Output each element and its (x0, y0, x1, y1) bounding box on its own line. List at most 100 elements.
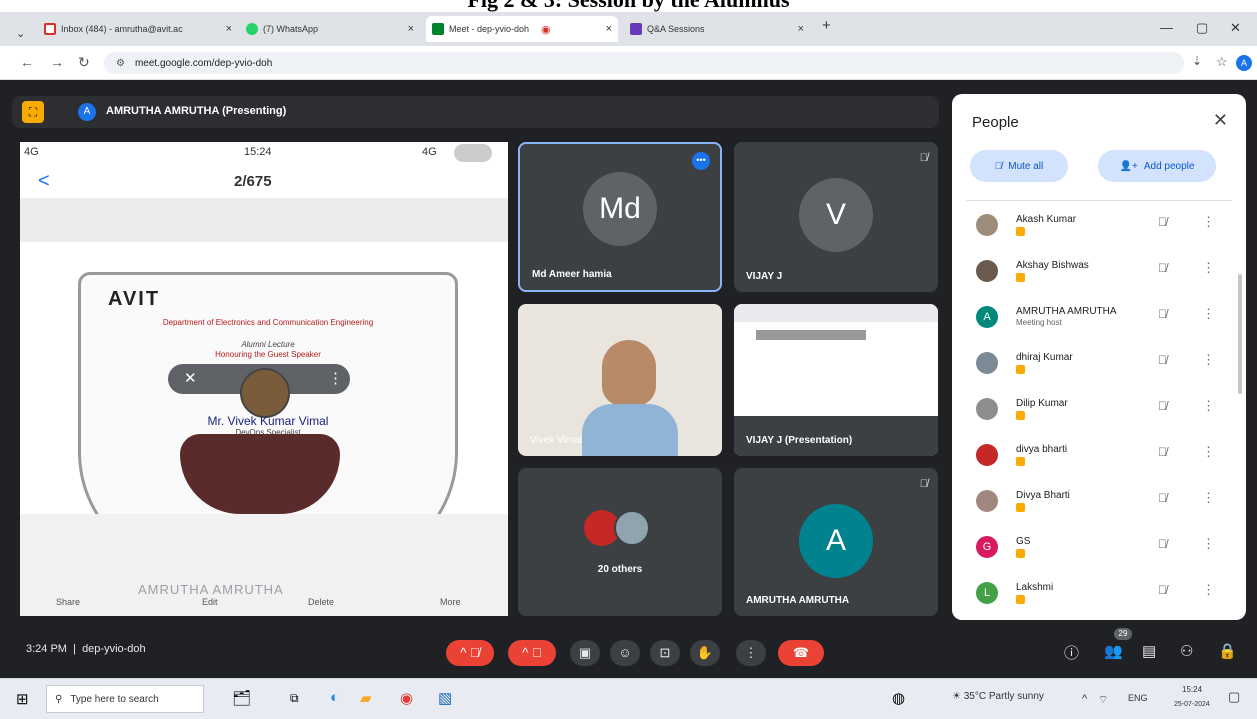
more-options-icon[interactable]: ⋮ (1202, 582, 1215, 598)
close-tab-icon[interactable]: × (220, 23, 232, 35)
people-icon[interactable]: 👥 (1104, 642, 1123, 660)
search-input[interactable]: ⚲ Type here to search (46, 685, 204, 713)
leave-call-button[interactable]: ☎ (778, 640, 824, 666)
tile-more-icon[interactable]: ••• (692, 152, 710, 170)
list-item[interactable]: Akash Kumar 🎙̸ ⋮ (952, 206, 1246, 252)
widgets-icon[interactable]: 🗂 (232, 689, 251, 707)
close-tab-icon[interactable]: × (402, 23, 414, 35)
more-options-button[interactable]: ⋮ (736, 640, 766, 666)
mic-off-icon[interactable]: 🎙̸ (1158, 261, 1167, 275)
mic-off-icon[interactable]: 🎙̸ (1158, 491, 1167, 505)
participant-tile-video[interactable]: Vivek Vimal (518, 304, 722, 456)
list-item[interactable]: dhiraj Kumar 🎙̸ ⋮ (952, 344, 1246, 390)
host-controls-icon[interactable]: 🔒 (1218, 642, 1237, 660)
participant-tile-presentation[interactable]: VIJAY J (Presentation) (734, 304, 938, 456)
list-item[interactable]: divya bharti 🎙̸ ⋮ (952, 436, 1246, 482)
scrollbar[interactable] (1238, 274, 1242, 394)
more-options-icon[interactable]: ⋮ (1202, 398, 1215, 414)
more-options-icon[interactable]: ⋮ (1202, 490, 1215, 506)
list-item[interactable]: Akshay Bishwas 🎙̸ ⋮ (952, 252, 1246, 298)
language-indicator[interactable]: ENG (1128, 693, 1148, 703)
add-people-button[interactable]: 👤+ Add people (1098, 150, 1216, 182)
list-item[interactable]: A AMRUTHA AMRUTHA Meeting host 🎙̸ ⋮ (952, 298, 1246, 344)
weather-widget[interactable]: ☀ 35°C Partly sunny (952, 691, 1044, 702)
forward-icon[interactable]: → (50, 54, 64, 70)
notifications-icon[interactable]: ▢ (1228, 689, 1240, 705)
minimize-button[interactable]: — (1160, 20, 1173, 35)
camera-toggle-button[interactable]: ^ ⃠ (508, 640, 556, 666)
tab-meet[interactable]: Meet - dep-yvio-doh ◉ × (426, 16, 618, 42)
activities-icon[interactable]: ⚇ (1180, 642, 1193, 660)
list-item[interactable]: L Lakshmi 🎙̸ ⋮ (952, 574, 1246, 620)
avatar (976, 260, 998, 282)
close-tab-icon[interactable]: × (792, 23, 804, 35)
more-options-icon[interactable]: ⋮ (1202, 260, 1215, 276)
more-options-icon[interactable]: ⋮ (1202, 444, 1215, 460)
close-window-button[interactable]: ✕ (1230, 20, 1241, 36)
presenter-icon (1016, 273, 1025, 282)
present-button[interactable]: ⊡ (650, 640, 680, 666)
browser-tab-bar: ⌄ Inbox (484) - amrutha@avit.ac × (7) Wha… (0, 12, 1257, 46)
task-view-icon[interactable]: ⧉ (290, 691, 299, 706)
mic-off-icon[interactable]: 🎙̸ (1158, 307, 1167, 321)
close-icon[interactable]: ✕ (1213, 110, 1228, 131)
participant-tile[interactable]: 🎙̸ A AMRUTHA AMRUTHA (734, 468, 938, 616)
tab-list-icon[interactable]: ⌄ (10, 20, 31, 46)
close-tab-icon[interactable]: × (600, 23, 612, 35)
show-hidden-icons[interactable]: ^ (1082, 693, 1087, 705)
mic-off-icon[interactable]: 🎙̸ (1158, 537, 1167, 551)
tab-whatsapp[interactable]: (7) WhatsApp × (240, 16, 420, 42)
emoji-button[interactable]: ☺ (610, 640, 640, 666)
new-tab-button[interactable]: + (822, 17, 831, 34)
participant-tile[interactable]: ••• Md Md Ameer hamia (518, 142, 722, 292)
reload-icon[interactable]: ↻ (78, 54, 90, 71)
participant-tile[interactable]: 🎙̸ V VIJAY J (734, 142, 938, 292)
meet-icon (432, 23, 444, 35)
photos-icon[interactable]: ▧ (438, 689, 452, 707)
file-explorer-icon[interactable]: ▰ (360, 689, 372, 707)
tab-qa-sessions[interactable]: Q&A Sessions × (624, 16, 810, 42)
more-options-icon[interactable]: ⋮ (1202, 536, 1215, 552)
profile-avatar[interactable]: A (1236, 55, 1252, 71)
people-panel: People ✕ 🎙̸ Mute all 👤+ Add people Akash K… (952, 94, 1246, 620)
chrome-icon[interactable]: ◉ (400, 689, 413, 707)
back-icon[interactable]: ← (20, 54, 34, 70)
presented-screen: 4G 15:24 4G < 2/675 AVIT Department of E… (20, 142, 508, 616)
tray-app-icon[interactable]: ◍ (892, 689, 905, 707)
presenter-icon (1016, 457, 1025, 466)
gmail-icon (44, 23, 56, 35)
more-options-icon[interactable]: ⋮ (1202, 214, 1215, 230)
windows-start-icon[interactable]: ⊞ (16, 690, 29, 708)
mic-off-icon[interactable]: 🎙̸ (1158, 583, 1167, 597)
chat-icon[interactable]: ▤ (1142, 642, 1156, 660)
mic-off-icon[interactable]: 🎙̸ (1158, 399, 1167, 413)
others-tile[interactable]: 20 others (518, 468, 722, 616)
mic-off-icon[interactable]: 🎙̸ (1158, 353, 1167, 367)
list-item[interactable]: Divya Bharti 🎙̸ ⋮ (952, 482, 1246, 528)
mic-off-icon[interactable]: 🎙̸ (1158, 215, 1167, 229)
more-options-icon[interactable]: ⋮ (1202, 306, 1215, 322)
captions-button[interactable]: ▣ (570, 640, 600, 666)
network-icon[interactable]: ⌔ (1098, 693, 1108, 707)
present-screen-icon[interactable]: ⛶ (22, 101, 44, 123)
more-options-icon[interactable]: ⋮ (1202, 352, 1215, 368)
mic-off-icon[interactable]: 🎙̸ (1158, 445, 1167, 459)
shield-base (180, 434, 340, 514)
mute-all-button[interactable]: 🎙̸ Mute all (970, 150, 1068, 182)
list-item[interactable]: G GS 🎙̸ ⋮ (952, 528, 1246, 574)
presenter-icon (1016, 365, 1025, 374)
edge-icon[interactable]: ◐ (330, 689, 339, 706)
bookmark-star-icon[interactable]: ☆ (1216, 54, 1228, 70)
participant-count-badge: 29 (1114, 628, 1132, 640)
download-icon[interactable]: ⇣ (1192, 54, 1202, 68)
maximize-button[interactable]: ▢ (1196, 20, 1208, 36)
raise-hand-button[interactable]: ✋ (690, 640, 720, 666)
site-info-icon[interactable]: ⚙ (116, 58, 125, 69)
mic-toggle-button[interactable]: ^ 🎙̸ (446, 640, 494, 666)
info-icon[interactable]: ⓘ (1064, 642, 1079, 663)
url-field[interactable]: ⚙ meet.google.com/dep-yvio-doh (104, 52, 1184, 74)
avatar (976, 214, 998, 236)
more-icon: ⋮ (328, 370, 343, 387)
list-item[interactable]: Dilip Kumar 🎙̸ ⋮ (952, 390, 1246, 436)
tab-gmail[interactable]: Inbox (484) - amrutha@avit.ac × (38, 16, 238, 42)
